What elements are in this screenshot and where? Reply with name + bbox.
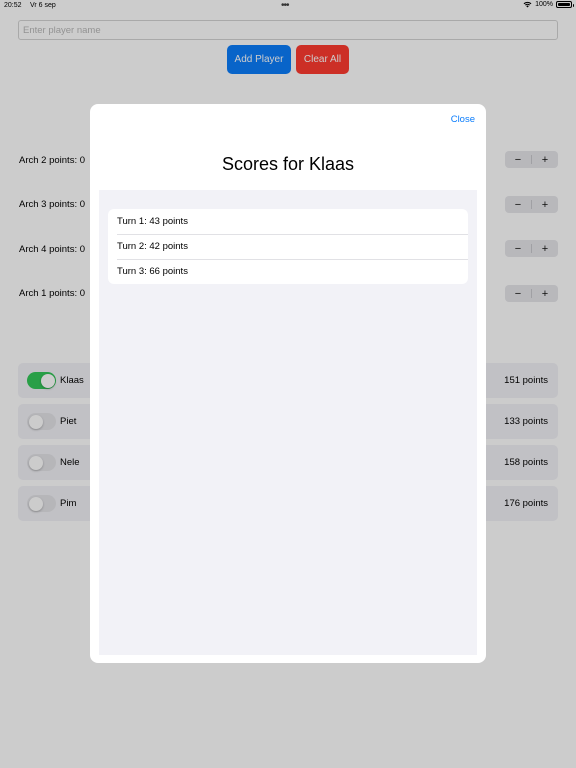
turns-list-container: Turn 1: 43 points Turn 2: 42 points Turn… bbox=[99, 190, 477, 655]
scores-modal: Close Scores for Klaas Turn 1: 43 points… bbox=[90, 104, 486, 663]
close-button[interactable]: Close bbox=[451, 114, 475, 125]
turn-row: Turn 3: 66 points bbox=[108, 259, 468, 284]
turns-list: Turn 1: 43 points Turn 2: 42 points Turn… bbox=[108, 209, 468, 284]
turn-row: Turn 2: 42 points bbox=[108, 234, 468, 259]
turn-row: Turn 1: 43 points bbox=[117, 216, 188, 227]
modal-title: Scores for Klaas bbox=[221, 154, 355, 174]
